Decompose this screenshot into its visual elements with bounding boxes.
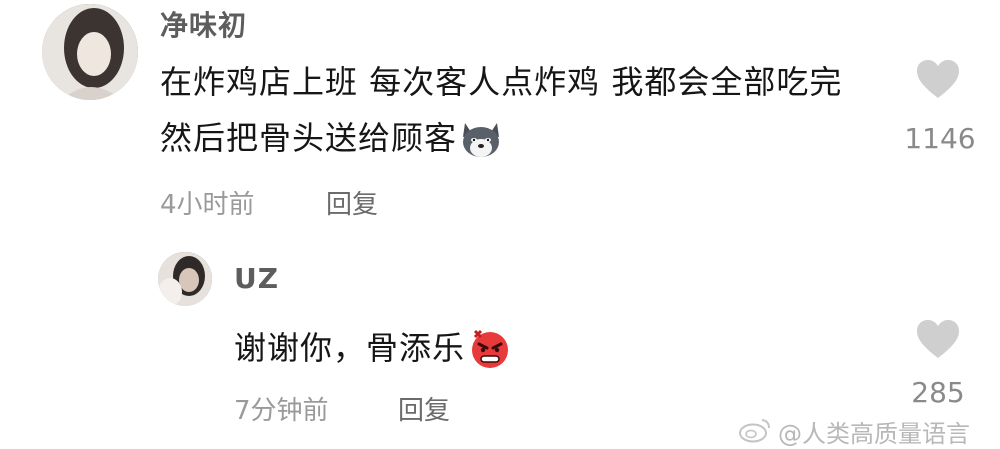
reply-button[interactable]: 回复 (398, 390, 450, 427)
watermark-text: @人类高质量语言 (778, 420, 970, 448)
husky-dog-emoji (459, 119, 503, 176)
username[interactable]: 净味初 (160, 4, 247, 44)
comment-time: 4小时前 (160, 190, 255, 220)
username[interactable]: UZ (234, 262, 279, 295)
like-count: 1146 (904, 122, 976, 155)
weibo-icon (738, 417, 772, 447)
avatar[interactable] (158, 252, 212, 306)
like-count: 285 (911, 376, 965, 409)
comment-text-content: 谢谢你，骨添乐 (234, 329, 466, 367)
comment-text: 谢谢你，骨添乐 (234, 320, 874, 386)
comment-text: 在炸鸡店上班 每次客人点炸鸡 我都会全部吃完 然后把骨头送给顾客 (160, 54, 860, 176)
avatar[interactable] (42, 4, 138, 100)
reply-button[interactable]: 回复 (326, 184, 378, 221)
comment-time: 7分钟前 (234, 396, 329, 426)
watermark: @人类高质量语言 (738, 414, 970, 449)
like-heart-icon[interactable] (915, 318, 961, 360)
like-heart-icon[interactable] (915, 58, 961, 100)
angry-face-emoji (467, 327, 513, 386)
